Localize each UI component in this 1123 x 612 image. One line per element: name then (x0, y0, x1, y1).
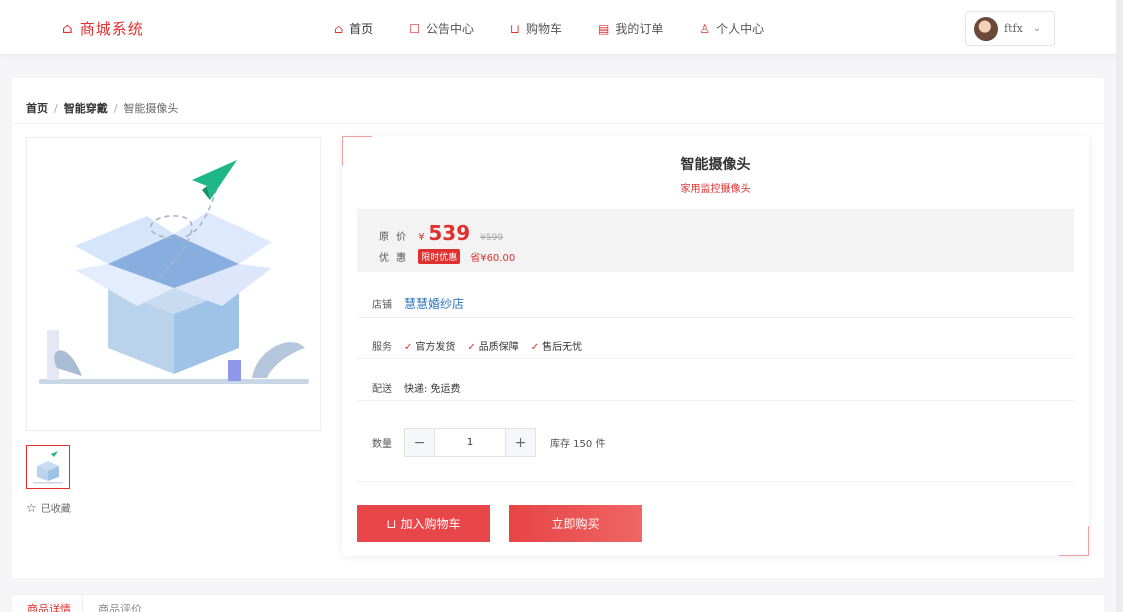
service-item: ✓ 品质保障 (467, 342, 519, 353)
divider (357, 317, 1074, 318)
shop-row: 店铺 慧慧婚纱店 (372, 295, 464, 312)
nav-label: 我的订单 (615, 22, 664, 36)
quantity-input[interactable] (434, 429, 506, 456)
quantity-label: 数量 (372, 439, 392, 450)
user-name: ftfx (1004, 22, 1023, 35)
breadcrumb-category[interactable]: 智能穿戴 (64, 100, 108, 116)
nav-home[interactable]: ⌂ 首页 (334, 20, 373, 37)
divider (357, 481, 1074, 482)
breadcrumb-current: 智能摄像头 (123, 102, 179, 115)
shop-link[interactable]: 慧慧婚纱店 (404, 295, 464, 312)
breadcrumb-separator: / (54, 101, 58, 115)
current-price: 539 (428, 221, 471, 245)
check-icon: ✓ (404, 342, 413, 353)
nav-label: 个人中心 (716, 22, 765, 36)
open-box-illustration (39, 160, 309, 384)
star-icon: ☆ (26, 500, 37, 515)
main-nav: ⌂ 首页 ☐ 公告中心 ⊔ 购物车 ▤ 我的订单 ♙ 个人中心 (334, 20, 800, 37)
breadcrumb: 首页 / 智能穿戴 / 智能摄像头 (26, 100, 178, 116)
price-value: ¥ 539 (418, 221, 470, 245)
promo-saving: 省¥60.00 (470, 253, 516, 264)
currency-symbol: ¥ (418, 232, 425, 243)
product-panel: 首页 / 智能穿戴 / 智能摄像头 ☆ 已收藏 智能摄像头 家用监控摄像头 原 … (12, 78, 1104, 578)
nav-label: 首页 (349, 22, 374, 36)
increment-button[interactable]: + (506, 429, 535, 456)
divider (357, 400, 1074, 401)
promo-badge: 限时优惠 (418, 249, 461, 264)
detail-tabs: 商品详情 商品评价 (12, 594, 1104, 612)
order-icon: ▤ (598, 21, 610, 36)
price-label: 原 价 (379, 232, 409, 243)
breadcrumb-separator: / (113, 101, 118, 115)
product-subtitle: 家用监控摄像头 (680, 184, 751, 195)
price-row: 原 价 ¥ 539 ¥599 (379, 221, 503, 245)
nav-cart[interactable]: ⊔ 购物车 (510, 20, 562, 37)
shop-label: 店铺 (372, 300, 392, 311)
promo-row: 优 惠 限时优惠 省¥60.00 (379, 249, 515, 264)
user-icon: ♙ (699, 21, 711, 36)
product-main-image (26, 137, 321, 431)
decorative-corner (1059, 526, 1089, 556)
user-menu[interactable]: ftfx ⌄ (965, 11, 1055, 46)
quantity-stepper: − + (404, 428, 536, 457)
chevron-down-icon: ⌄ (1032, 23, 1042, 34)
brand-logo[interactable]: ⌂ 商城系统 (62, 18, 144, 39)
nav-notices[interactable]: ☐ 公告中心 (409, 20, 474, 37)
product-info-card: 智能摄像头 家用监控摄像头 原 价 ¥ 539 ¥599 优 惠 限时优惠 省¥… (342, 136, 1089, 556)
favorite-toggle[interactable]: ☆ 已收藏 (26, 500, 71, 516)
add-to-cart-button[interactable]: ⊔ 加入购物车 (357, 505, 490, 542)
divider (357, 358, 1074, 359)
delivery-row: 配送 快递: 免运费 (372, 380, 461, 395)
stock-count: 库存 150 件 (550, 439, 606, 450)
nav-orders[interactable]: ▤ 我的订单 (598, 20, 663, 37)
old-price: ¥599 (480, 233, 504, 243)
cart-icon: ⊔ (509, 21, 521, 36)
service-item: ✓ 售后无忧 (530, 342, 583, 353)
top-navbar: ⌂ 商城系统 ⌂ 首页 ☐ 公告中心 ⊔ 购物车 ▤ 我的订单 ♙ 个人中心 f… (0, 0, 1116, 55)
tab-reviews[interactable]: 商品评价 (98, 601, 142, 612)
service-item: ✓ 官方发货 (404, 342, 456, 353)
buy-now-button[interactable]: 立即购买 (509, 505, 642, 542)
add-to-cart-label: 加入购物车 (400, 517, 461, 531)
brand-name: 商城系统 (79, 20, 144, 38)
product-title: 智能摄像头 (680, 157, 751, 173)
thumbnail-image[interactable] (26, 445, 70, 489)
nav-profile[interactable]: ♙ 个人中心 (699, 20, 764, 37)
delivery-value: 快递: 免运费 (404, 384, 461, 395)
favorite-label: 已收藏 (40, 504, 71, 515)
breadcrumb-home[interactable]: 首页 (26, 100, 48, 116)
notice-icon: ☐ (409, 21, 420, 36)
check-icon: ✓ (467, 342, 476, 353)
service-label: 服务 (372, 342, 392, 353)
check-icon: ✓ (530, 342, 540, 353)
decrement-button[interactable]: − (405, 429, 434, 456)
discount-label: 优 惠 (379, 253, 409, 264)
service-row: 服务 ✓ 官方发货 ✓ 品质保障 ✓ 售后无忧 (372, 338, 582, 353)
avatar (974, 16, 998, 41)
cart-icon: ⊔ (386, 516, 397, 531)
home-icon: ⌂ (62, 20, 74, 37)
tab-details[interactable]: 商品详情 (27, 601, 71, 612)
home-icon: ⌂ (334, 21, 344, 36)
delivery-label: 配送 (372, 384, 392, 395)
nav-label: 购物车 (526, 22, 563, 36)
service-list: ✓ 官方发货 ✓ 品质保障 ✓ 售后无忧 (404, 338, 582, 353)
nav-label: 公告中心 (425, 22, 474, 36)
window-edge (1116, 0, 1123, 612)
divider (12, 123, 1104, 124)
quantity-row: 数量 − + 库存 150 件 (372, 428, 605, 457)
price-section: 原 价 ¥ 539 ¥599 优 惠 限时优惠 省¥60.00 (357, 209, 1074, 272)
